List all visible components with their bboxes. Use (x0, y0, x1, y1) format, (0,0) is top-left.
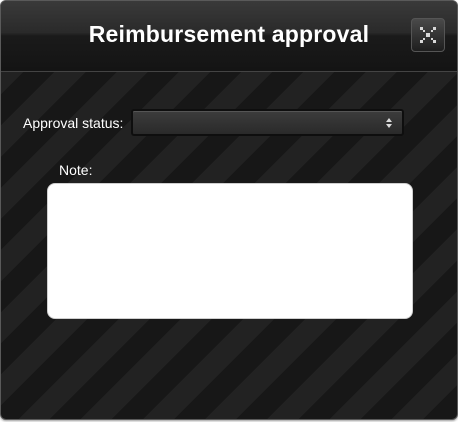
dialog-titlebar: Reimbursement approval (1, 1, 457, 72)
reimbursement-dialog: Reimbursement approval Approval status: (0, 0, 458, 420)
select-arrows-icon (386, 118, 392, 128)
close-icon (420, 27, 436, 43)
dialog-title: Reimbursement approval (88, 21, 370, 47)
note-textarea[interactable] (47, 183, 413, 319)
close-button[interactable] (411, 18, 445, 52)
approval-status-select[interactable] (131, 109, 404, 136)
note-label: Note: (59, 162, 93, 178)
approval-status-label: Approval status: (23, 115, 124, 131)
